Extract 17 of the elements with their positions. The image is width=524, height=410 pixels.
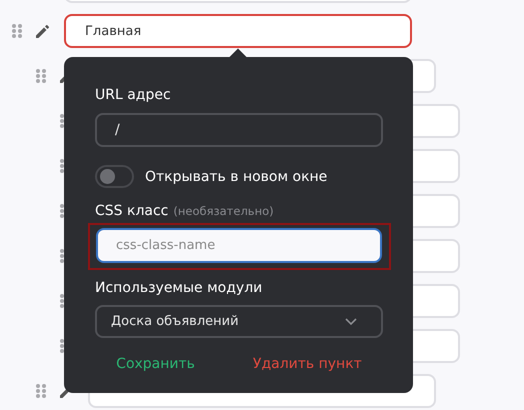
- css-class-label: CSS класс: [95, 202, 168, 221]
- modules-select[interactable]: Доска объявлений: [95, 305, 383, 338]
- menu-item-label: Главная: [85, 24, 142, 38]
- drag-handle-icon[interactable]: [35, 383, 47, 399]
- edit-icon[interactable]: [35, 23, 51, 39]
- menu-item-field[interactable]: Главная: [64, 14, 412, 48]
- url-label: URL адрес: [95, 86, 172, 105]
- save-button[interactable]: Сохранить: [110, 352, 201, 376]
- toggle-label: Открывать в новом окне: [145, 168, 328, 184]
- toggle-switch[interactable]: [95, 165, 134, 188]
- chevron-down-icon: [345, 318, 357, 326]
- drag-handle-icon[interactable]: [11, 23, 23, 39]
- optional-hint: (необязательно): [173, 203, 274, 220]
- modules-label: Используемые модули: [95, 279, 264, 298]
- drag-handle-icon[interactable]: [35, 68, 47, 84]
- url-field[interactable]: /: [95, 113, 383, 147]
- css-class-field[interactable]: css-class-name: [96, 228, 382, 263]
